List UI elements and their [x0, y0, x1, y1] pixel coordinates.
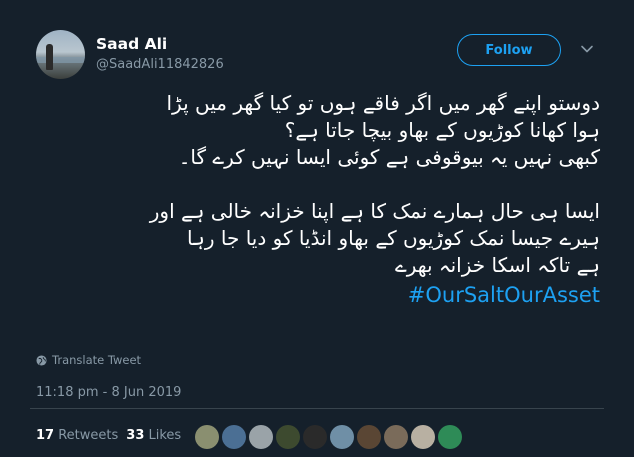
tweet-line: دوستو اپنے گھر میں اگر فاقے ہوں تو کیا گ…: [166, 91, 601, 115]
liker-avatar[interactable]: [276, 425, 300, 449]
liker-avatar[interactable]: [384, 425, 408, 449]
hashtag-link[interactable]: #OurSaltOurAsset: [30, 282, 600, 309]
retweets-label: Retweets: [58, 428, 119, 443]
tweet-timestamp[interactable]: 11:18 pm - 8 Jun 2019: [36, 385, 181, 400]
chevron-down-icon[interactable]: [580, 42, 594, 56]
retweets-stat[interactable]: 17 Retweets: [36, 428, 118, 443]
likes-stat[interactable]: 33 Likes: [126, 428, 181, 443]
translate-tweet-link[interactable]: Translate Tweet: [36, 353, 141, 367]
author-name[interactable]: Saad Ali: [96, 35, 167, 53]
divider: [30, 408, 604, 409]
tweet-line: ہیرے جیسا نمک کوڑیوں کے بھاو انڈیا کو دی…: [187, 226, 600, 250]
tweet-line: ایسا ہی حال ہمارے نمک کا ہے اپنا خزانہ خ…: [149, 199, 600, 223]
tweet-card: Saad Ali @SaadAli11842826 Follow دوستو ا…: [0, 0, 634, 457]
liker-avatar[interactable]: [411, 425, 435, 449]
tweet-line: ہوا کھانا کوڑیوں کے بھاو بیچا جاتا ہے؟: [284, 118, 600, 142]
retweets-count: 17: [36, 428, 55, 443]
liker-avatar[interactable]: [330, 425, 354, 449]
likes-count: 33: [126, 428, 145, 443]
tweet-stats: 17 Retweets 33 Likes: [36, 428, 181, 443]
likes-label: Likes: [148, 428, 182, 443]
liker-avatars: [195, 425, 462, 449]
avatar-figure: [46, 44, 53, 70]
tweet-line: کبھی نہیں یہ بیوقوفی ہے کوئی ایسا نہیں ک…: [178, 145, 600, 169]
globe-icon: [36, 354, 47, 366]
tweet-text: دوستو اپنے گھر میں اگر فاقے ہوں تو کیا گ…: [30, 90, 600, 309]
avatar-sea: [36, 57, 85, 63]
translate-tweet-label: Translate Tweet: [52, 353, 142, 367]
liker-avatar[interactable]: [303, 425, 327, 449]
tweet-line: ہے تاکہ اسکا خزانہ بھرے: [395, 253, 600, 277]
liker-avatar[interactable]: [438, 425, 462, 449]
follow-button[interactable]: Follow: [457, 34, 561, 66]
liker-avatar[interactable]: [357, 425, 381, 449]
avatar[interactable]: [36, 30, 85, 79]
liker-avatar[interactable]: [222, 425, 246, 449]
liker-avatar[interactable]: [195, 425, 219, 449]
liker-avatar[interactable]: [249, 425, 273, 449]
author-handle[interactable]: @SaadAli11842826: [96, 57, 224, 72]
